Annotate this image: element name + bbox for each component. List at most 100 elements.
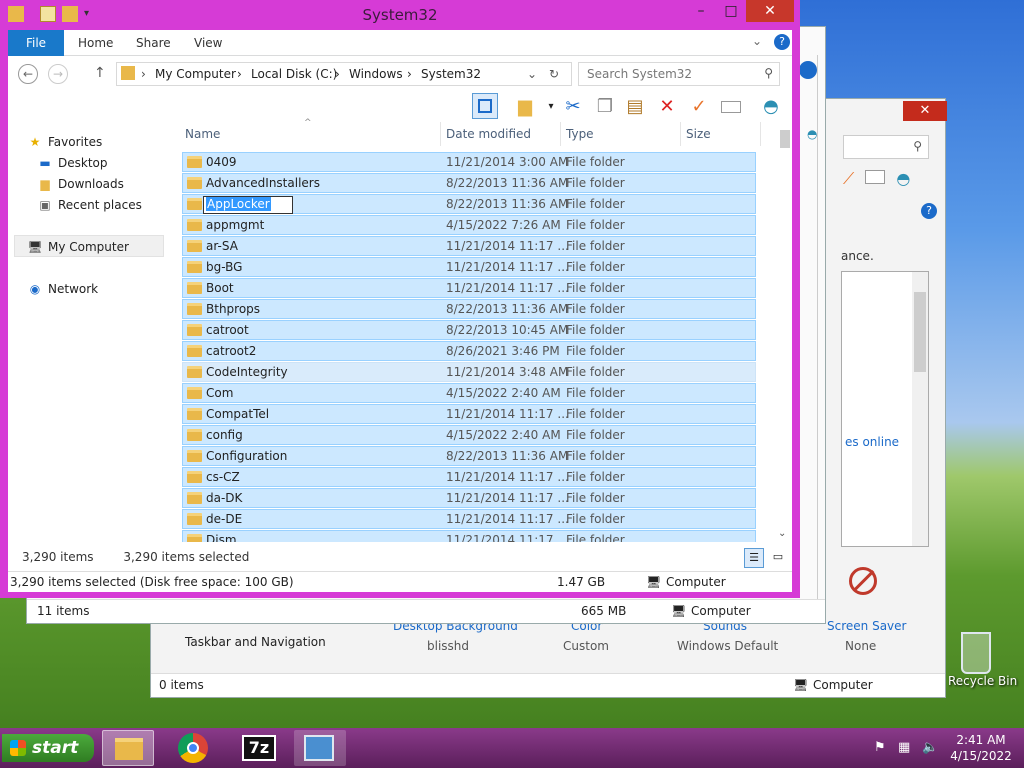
- table-row[interactable]: catroot2 8/26/2021 3:46 PM File folder: [182, 341, 756, 361]
- online-link[interactable]: es online: [845, 435, 899, 449]
- search-input[interactable]: Search System32 ⚲: [578, 62, 780, 86]
- taskbar: start 7z ⚑ ▦ 🔈 2:41 AM 4/15/2022: [0, 728, 1024, 768]
- taskbar-navigation-link[interactable]: Taskbar and Navigation: [185, 635, 326, 649]
- breadcrumb-system32[interactable]: System32: [421, 67, 481, 81]
- tab-view[interactable]: View: [182, 30, 234, 56]
- screensaver-link[interactable]: Screen Saver: [827, 619, 906, 633]
- downloads-icon: ▆: [40, 177, 50, 191]
- scroll-down-icon[interactable]: ⌄: [778, 528, 786, 539]
- command-toolbar: ▆ ▾ ✂ ❐ ▤ ✕ ✓ ◓: [8, 92, 792, 122]
- table-row[interactable]: appmgmt 4/15/2022 7:26 AM File folder: [182, 215, 756, 235]
- scroll-thumb[interactable]: [780, 130, 790, 148]
- tab-share[interactable]: Share: [124, 30, 183, 56]
- help-icon[interactable]: [799, 61, 817, 79]
- theme-list-scrollbar[interactable]: [912, 272, 928, 546]
- recycle-bin[interactable]: Recycle Bin: [948, 632, 1017, 688]
- table-row[interactable]: de-DE 11/21/2014 11:17 ... File folder: [182, 509, 756, 529]
- scrollbar[interactable]: [817, 55, 827, 605]
- column-date-modified[interactable]: Date modified: [446, 122, 531, 146]
- preview-pane-icon[interactable]: [472, 93, 498, 119]
- clock-time: 2:41 AM: [956, 733, 1006, 747]
- details-view-icon[interactable]: ☰: [744, 548, 764, 568]
- table-row[interactable]: catroot 8/22/2013 10:45 AM File folder: [182, 320, 756, 340]
- table-row[interactable]: 0409 11/21/2014 3:00 AM File folder: [182, 152, 756, 172]
- column-name[interactable]: Name: [185, 122, 220, 146]
- folder-icon: [121, 66, 135, 80]
- tab-home[interactable]: Home: [66, 30, 125, 56]
- help-icon[interactable]: ?: [921, 203, 937, 219]
- table-row[interactable]: AppLocker 8/22/2013 11:36 AM File folder: [182, 194, 756, 214]
- table-row[interactable]: Com 4/15/2022 2:40 AM File folder: [182, 383, 756, 403]
- theme-list[interactable]: [841, 271, 929, 547]
- chevron-down-icon[interactable]: ⌄: [752, 34, 762, 48]
- table-row[interactable]: ar-SA 11/21/2014 11:17 ... File folder: [182, 236, 756, 256]
- file-list[interactable]: 0409 11/21/2014 3:00 AM File folder Advanc…: [182, 152, 756, 542]
- help-icon[interactable]: ?: [774, 34, 790, 50]
- close-button[interactable]: ✕: [746, 0, 794, 22]
- table-row[interactable]: Configuration 8/22/2013 11:36 AM File fold…: [182, 446, 756, 466]
- copy-icon[interactable]: ❐: [592, 94, 618, 120]
- table-row[interactable]: cs-CZ 11/21/2014 11:17 ... File folder: [182, 467, 756, 487]
- table-row[interactable]: CodeIntegrity 11/21/2014 3:48 AM File fold…: [182, 362, 756, 382]
- table-row[interactable]: AdvancedInstallers 8/22/2013 11:36 AM File…: [182, 173, 756, 193]
- paste-icon[interactable]: ▤: [622, 94, 648, 120]
- search-input[interactable]: ⚲: [843, 135, 929, 159]
- clock[interactable]: 2:41 AM 4/15/2022: [950, 732, 1012, 764]
- table-row[interactable]: da-DK 11/21/2014 11:17 ... File folder: [182, 488, 756, 508]
- taskbar-explorer[interactable]: [102, 730, 154, 766]
- rename-icon[interactable]: ✓: [686, 94, 712, 120]
- nav-favorites[interactable]: ★ Favorites: [26, 132, 103, 152]
- network-icon: ◉: [29, 282, 41, 296]
- delete-icon[interactable]: ✕: [654, 94, 680, 120]
- breadcrumb-my-computer[interactable]: My Computer: [155, 67, 236, 81]
- taskbar-7zip[interactable]: 7z: [234, 730, 286, 766]
- flag-icon[interactable]: ⚑: [874, 740, 886, 755]
- network-tray-icon[interactable]: ▦: [898, 740, 910, 755]
- shell-icon[interactable]: ◓: [758, 94, 784, 120]
- folder-options-icon[interactable]: ▆: [512, 94, 538, 120]
- status-items: 11 items: [37, 604, 90, 618]
- screensaver-icon[interactable]: [841, 561, 887, 607]
- cut-icon[interactable]: ✂: [560, 94, 586, 120]
- forward-button[interactable]: →: [48, 64, 68, 84]
- vertical-scrollbar[interactable]: ⌄: [776, 130, 792, 550]
- address-bar[interactable]: › My Computer › Local Disk (C:) › Window…: [116, 62, 572, 86]
- refresh-icon[interactable]: ↻: [549, 67, 559, 81]
- table-row[interactable]: Bthprops 8/22/2013 11:36 AM File folder: [182, 299, 756, 319]
- column-size[interactable]: Size: [686, 122, 711, 146]
- table-row[interactable]: config 4/15/2022 2:40 AM File folder: [182, 425, 756, 445]
- breadcrumb-local-disk[interactable]: Local Disk (C:): [251, 67, 337, 81]
- volume-icon[interactable]: 🔈: [922, 740, 938, 755]
- nav-my-computer[interactable]: 🖥 My Computer: [26, 237, 129, 257]
- table-row[interactable]: bg-BG 11/21/2014 11:17 ... File folder: [182, 257, 756, 277]
- minimize-button[interactable]: –: [686, 0, 716, 24]
- nav-network[interactable]: ◉ Network: [26, 279, 98, 299]
- table-row[interactable]: Boot 11/21/2014 11:17 ... File folder: [182, 278, 756, 298]
- title-bar[interactable]: ▾ System32 – □ ✕: [0, 0, 800, 30]
- properties-icon[interactable]: [718, 94, 744, 120]
- taskbar-control-panel[interactable]: [294, 730, 346, 766]
- start-button[interactable]: start: [2, 734, 94, 762]
- chevron-down-icon[interactable]: ⌄: [527, 67, 537, 81]
- folder-icon: [187, 156, 202, 168]
- nav-downloads[interactable]: ▆ Downloads: [36, 174, 124, 194]
- maximize-button[interactable]: □: [716, 0, 746, 24]
- close-button[interactable]: ✕: [903, 101, 947, 121]
- breadcrumb-windows[interactable]: Windows: [349, 67, 403, 81]
- chrome-icon: [178, 733, 208, 763]
- up-button[interactable]: ↑: [94, 65, 106, 81]
- taskbar-chrome[interactable]: [168, 730, 220, 766]
- nav-desktop[interactable]: ▬ Desktop: [36, 153, 107, 173]
- recycle-bin-icon: [961, 632, 991, 674]
- back-button[interactable]: ←: [18, 64, 38, 84]
- nav-recent-places[interactable]: ▣ Recent places: [36, 195, 142, 215]
- column-type[interactable]: Type: [566, 122, 594, 146]
- table-row[interactable]: Dism 11/21/2014 11:17 ... File folder: [182, 530, 756, 542]
- table-row[interactable]: CompatTel 11/21/2014 11:17 ... File folder: [182, 404, 756, 424]
- large-icons-view-icon[interactable]: ▭: [768, 548, 788, 568]
- folder-icon: [187, 408, 202, 420]
- tab-file[interactable]: File: [8, 30, 64, 56]
- status-bar: 3,290 items selected (Disk free space: 1…: [8, 571, 792, 592]
- folder-icon: [187, 450, 202, 462]
- rename-input[interactable]: AppLocker: [203, 196, 293, 214]
